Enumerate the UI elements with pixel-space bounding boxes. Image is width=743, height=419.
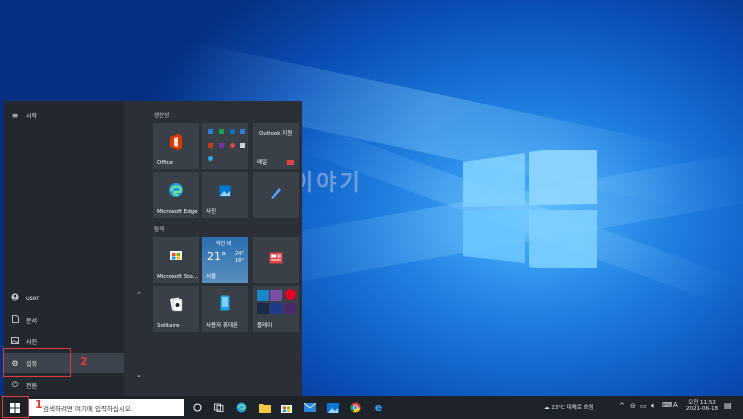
input-language[interactable]: A: [673, 401, 678, 409]
user-avatar-icon: [4, 293, 26, 303]
app-icon: [284, 303, 296, 314]
start-title: 시작: [26, 112, 38, 120]
tile-weather[interactable]: 약간 비 21° 24° 18° 서울: [202, 237, 248, 283]
tray-weather[interactable]: ☁ 23°C 대체로 흐림: [544, 403, 594, 411]
tile-label-mail: 메일: [257, 160, 268, 166]
power-icon: ⏻: [11, 380, 19, 389]
store-icon: [170, 251, 182, 260]
highlight-start-button: [2, 396, 29, 418]
weather-temp: 21°: [207, 250, 227, 263]
phone-icon: [220, 295, 230, 311]
tile-app-folder[interactable]: [202, 123, 248, 169]
weather-condition: 약간 비: [216, 241, 232, 247]
rail-label-power: 전원: [26, 382, 38, 390]
tile-store[interactable]: Microsoft Sto...: [153, 237, 199, 283]
tile-office[interactable]: Office: [153, 123, 199, 169]
word-icon: [208, 129, 213, 134]
pinterest-icon: [285, 289, 296, 300]
chevron-up-icon[interactable]: ⌃: [136, 291, 142, 299]
clock-time: 오전 11:52: [688, 400, 716, 406]
tray-app-icon[interactable]: ⊝: [630, 402, 636, 410]
rail-label-user: user: [26, 294, 40, 302]
app-icon: [257, 303, 269, 314]
tile-outlook[interactable]: Outlook 지원 메일: [253, 123, 299, 169]
app-icon: [240, 129, 245, 134]
edge-icon: [169, 183, 183, 197]
taskbar: 검색하려면 여기에 입력하십시오. e ☁ 23°C 대체로 흐림 ^ ⊝ ▭ …: [0, 396, 743, 419]
app-icon: [270, 290, 282, 301]
network-icon[interactable]: ▭: [640, 402, 647, 410]
photos-icon: [219, 185, 231, 197]
group-title-productivity: 생산성: [154, 113, 170, 119]
photoshop-icon: [270, 303, 282, 314]
clock[interactable]: 오전 11:52 2021-06-18: [684, 398, 720, 412]
start-header[interactable]: ≡ 시작: [4, 105, 124, 125]
hamburger-icon: ≡: [11, 110, 19, 120]
tray-weather-text: 23°C 대체로 흐림: [551, 405, 594, 411]
tile-label-office: Office: [157, 160, 174, 166]
solitaire-icon: [170, 297, 183, 312]
rail-item-user[interactable]: user: [4, 288, 124, 308]
weather-high: 24°: [235, 251, 244, 257]
tile-edge[interactable]: Microsoft Edge: [153, 172, 199, 218]
tile-phone[interactable]: 사용자 휴대폰: [202, 286, 248, 332]
notification-icon[interactable]: ▤: [724, 401, 732, 410]
highlight-settings: [3, 348, 71, 377]
cloud-icon: ☁: [544, 405, 550, 411]
rail-item-power[interactable]: ⏻ 전원: [4, 375, 124, 395]
powerpoint-icon: [208, 143, 213, 148]
tile-label-outlook: Outlook 지원: [259, 131, 293, 137]
rail-item-documents[interactable]: 문서: [4, 310, 124, 330]
store-taskbar-icon[interactable]: [280, 401, 293, 414]
chevron-up-icon[interactable]: ^: [619, 402, 625, 410]
tile-label-photos: 사진: [206, 209, 217, 215]
picture-icon: [4, 336, 26, 346]
excel-icon: [219, 129, 224, 134]
tile-solitaire[interactable]: Solitaire: [153, 286, 199, 332]
mail-taskbar-icon[interactable]: [303, 401, 316, 414]
office-icon: [170, 134, 182, 150]
search-placeholder: 검색하려면 여기에 입력하십시오.: [43, 404, 133, 413]
volume-icon[interactable]: 🔈︎: [651, 401, 656, 411]
outlook-small-icon: [230, 129, 235, 134]
document-icon: [4, 315, 26, 325]
app-icon: [240, 143, 245, 148]
tile-news[interactable]: [253, 237, 299, 283]
keyboard-icon[interactable]: ⌨: [662, 401, 672, 409]
tile-app[interactable]: [253, 172, 299, 218]
rail-label-pictures: 사진: [26, 338, 38, 346]
tile-label-phone: 사용자 휴대폰: [206, 323, 239, 329]
clock-date: 2021-06-18: [686, 406, 718, 412]
taskbar-search-input[interactable]: 검색하려면 여기에 입력하십시오.: [29, 399, 184, 416]
tile-label-weather-city: 서울: [206, 274, 217, 280]
chrome-icon[interactable]: [349, 401, 362, 414]
step-badge-1: 1: [35, 398, 43, 411]
group-title-explore: 탐색: [154, 227, 165, 233]
tile-label-edge: Microsoft Edge: [157, 209, 198, 215]
rail-label-documents: 문서: [26, 317, 38, 325]
windows-logo: [463, 150, 597, 268]
tile-photos[interactable]: 사진: [202, 172, 248, 218]
onenote-icon: [219, 143, 224, 148]
edge-taskbar-icon[interactable]: [235, 401, 248, 414]
file-explorer-icon[interactable]: [258, 401, 271, 414]
tile-play[interactable]: 플레이: [253, 286, 299, 332]
task-view-icon[interactable]: [212, 401, 225, 414]
tile-label-store: Microsoft Sto...: [157, 274, 198, 280]
news-icon: [269, 252, 283, 264]
tile-label-play: 플레이: [257, 323, 273, 329]
internet-explorer-icon[interactable]: e: [372, 401, 385, 414]
step-badge-2: 2: [80, 355, 88, 368]
outlook-badge-icon: [287, 160, 294, 165]
tile-label-solitaire: Solitaire: [157, 323, 180, 329]
photos-taskbar-icon[interactable]: [326, 401, 339, 414]
app-icon: [257, 290, 269, 301]
chevron-down-icon[interactable]: ⌄: [136, 371, 142, 379]
pen-icon: [271, 188, 281, 199]
weather-low: 18°: [235, 258, 244, 264]
app-icon: [230, 143, 235, 148]
cortana-icon[interactable]: [191, 401, 204, 414]
skype-icon: [208, 156, 213, 161]
